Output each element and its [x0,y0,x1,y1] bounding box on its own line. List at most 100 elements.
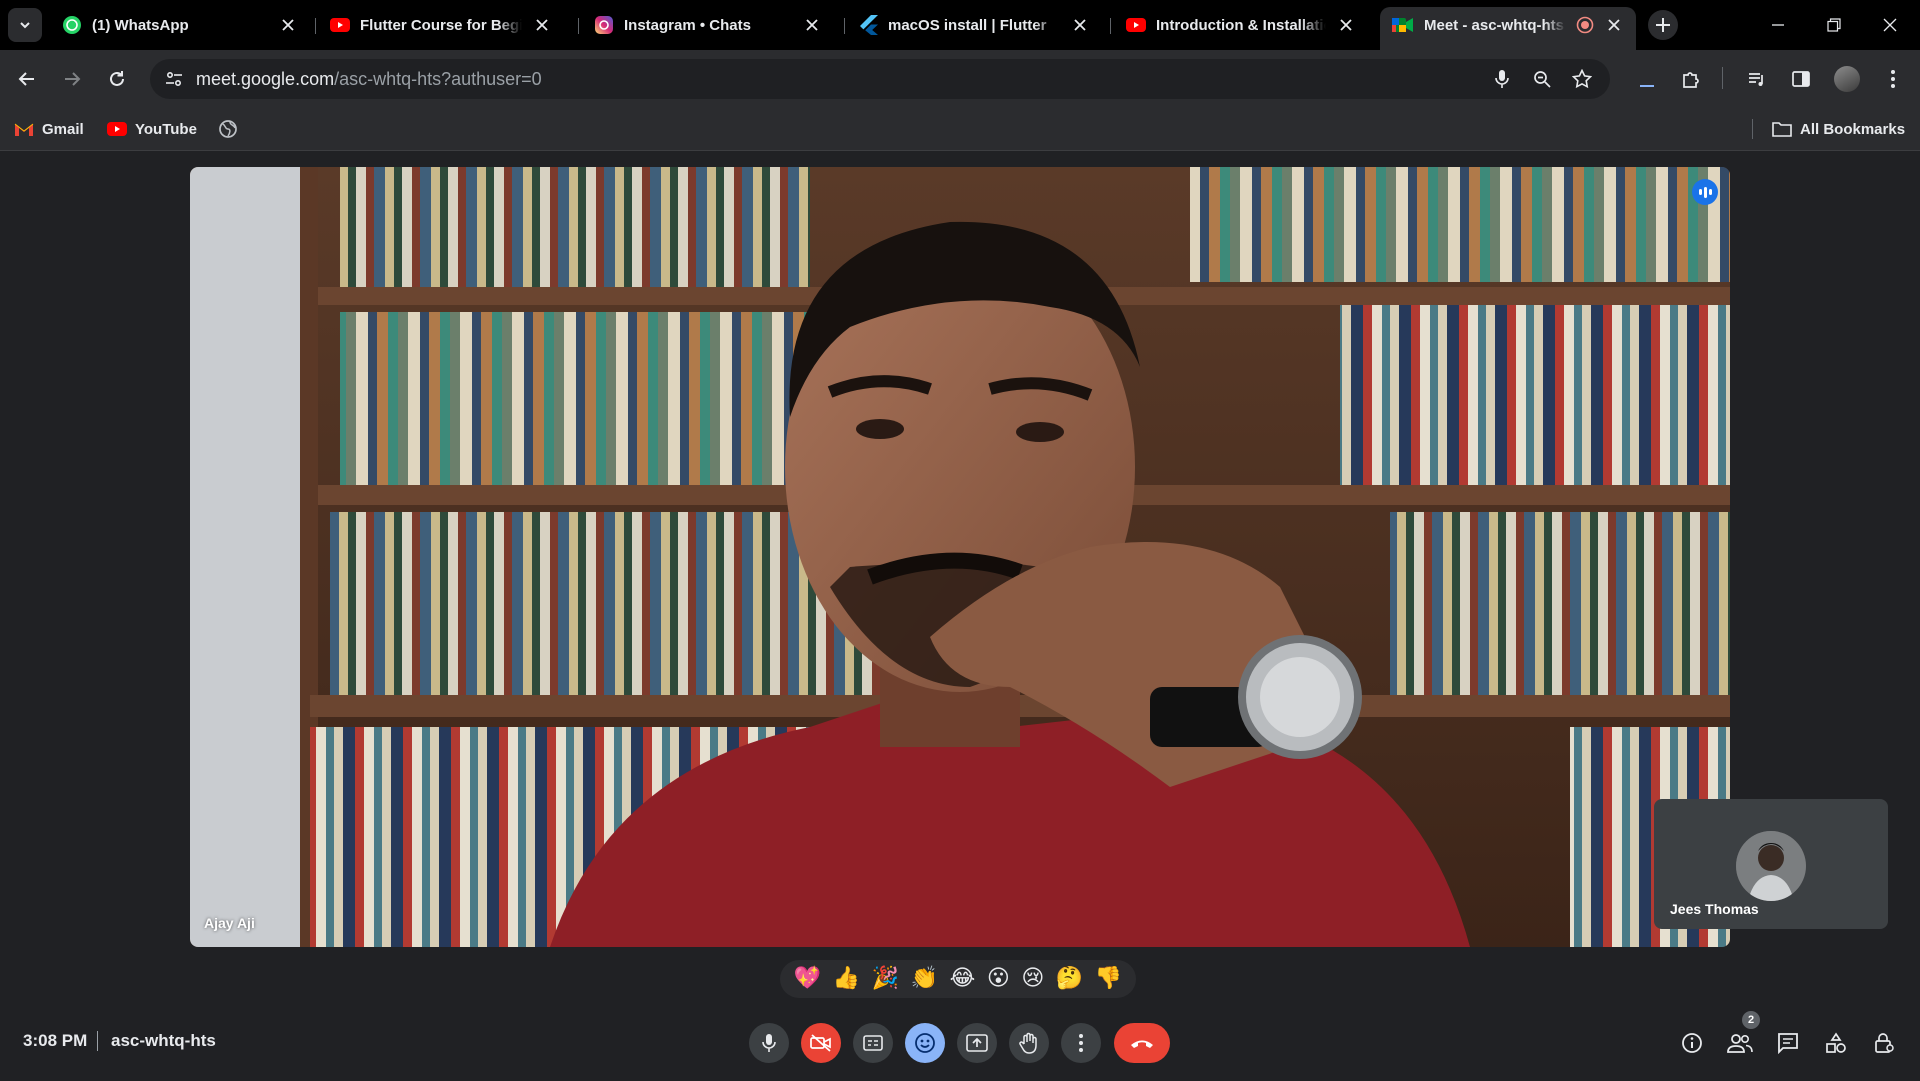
reaction-laughing[interactable]: 😂 [950,968,976,990]
present-screen-button[interactable] [957,1023,997,1063]
tab-separator [1110,18,1111,34]
reactions-button[interactable] [905,1023,945,1063]
lock-person-icon [1875,1033,1894,1053]
youtube-icon [330,18,350,32]
microphone-button[interactable] [749,1023,789,1063]
site-settings-icon[interactable] [160,65,188,93]
participant-video [190,167,1730,947]
close-icon[interactable] [278,15,298,35]
all-bookmarks-button[interactable]: All Bookmarks [1772,117,1905,141]
avatar [1736,831,1806,901]
close-icon[interactable] [1604,15,1624,35]
download-icon [1640,85,1654,87]
bookmark-label: YouTube [135,120,197,138]
more-options-button[interactable] [1061,1023,1101,1063]
tab-search-button[interactable] [8,8,42,42]
forward-button[interactable] [55,62,89,96]
new-tab-button[interactable] [1648,10,1678,40]
speaking-indicator-icon [1692,179,1718,205]
browser-toolbar: meet.google.com/asc-whtq-hts?authuser=0 [0,50,1920,108]
restore-button[interactable] [1814,10,1854,40]
meet-control-bar: 3:08 PM asc-whtq-hts 2 [0,1011,1920,1081]
meeting-time: 3:08 PM [23,1031,88,1050]
window-close-button[interactable] [1870,10,1910,40]
people-icon [1727,1034,1753,1053]
plus-icon [1656,18,1670,32]
folder-icon [1772,122,1792,137]
bookmark-globe[interactable] [218,117,238,141]
instagram-icon [595,16,613,34]
raise-hand-button[interactable] [1009,1023,1049,1063]
reaction-clapping[interactable]: 👏 [911,968,938,990]
host-controls-button[interactable] [1866,1025,1902,1061]
tab-whatsapp[interactable]: (1) WhatsApp [50,7,310,43]
reaction-thumbs-down[interactable]: 👎 [1095,968,1122,990]
tab-meet[interactable]: Meet - asc-whtq-hts [1380,7,1636,50]
tab-title: Flutter Course for Beginne [360,16,522,34]
url-path: /asc-whtq-hts?authuser=0 [334,69,542,89]
url-text[interactable]: meet.google.com/asc-whtq-hts?authuser=0 [196,59,542,99]
whatsapp-icon [63,16,81,34]
youtube-icon [1126,18,1146,32]
media-queue-icon [1749,73,1763,86]
shapes-icon [1826,1032,1846,1053]
reaction-thumbs-up[interactable]: 👍 [833,968,860,990]
reaction-crying[interactable]: 😢 [1021,968,1044,990]
leave-call-button[interactable] [1114,1023,1170,1063]
reaction-party-popper[interactable]: 🎉 [872,968,899,990]
toolbar-divider [1722,67,1723,89]
bookmark-gmail[interactable]: Gmail [14,117,84,141]
microphone-icon [762,1034,776,1052]
more-vertical-icon [1079,1034,1083,1052]
tab-instagram[interactable]: Instagram • Chats [582,7,834,43]
recording-icon [1576,16,1594,34]
chat-button[interactable] [1770,1025,1806,1061]
download-progress-button[interactable] [1630,62,1664,96]
people-button[interactable] [1722,1025,1758,1061]
captions-button[interactable] [853,1023,893,1063]
microphone-icon[interactable] [1488,65,1516,93]
tab-separator [844,18,845,34]
tab-title: (1) WhatsApp [92,16,189,34]
bookmarks-divider [1752,119,1753,139]
close-icon[interactable] [1336,15,1356,35]
close-icon[interactable] [532,15,552,35]
profile-button[interactable] [1830,62,1864,96]
address-bar[interactable]: meet.google.com/asc-whtq-hts?authuser=0 [150,59,1610,99]
side-panel-button[interactable] [1784,62,1818,96]
participant-name: Ajay Aji [204,915,255,931]
participant-video-tile[interactable]: Ajay Aji [190,167,1730,947]
avatar [1834,66,1860,92]
back-button[interactable] [10,62,44,96]
self-view-tile[interactable]: Jees Thomas [1654,799,1888,929]
reaction-surprised[interactable]: 😮 [987,968,1010,990]
tab-macos-install[interactable]: macOS install | Flutter [848,7,1102,43]
media-controls-button[interactable] [1740,62,1774,96]
minimize-button[interactable] [1758,10,1798,40]
hand-icon [1019,1032,1037,1054]
close-icon[interactable] [802,15,822,35]
tab-flutter-course[interactable]: Flutter Course for Beginne [318,7,564,43]
more-vertical-icon [1891,70,1895,88]
tab-separator [315,18,316,34]
tab-introduction[interactable]: Introduction & Installation [1114,7,1368,43]
bookmark-youtube[interactable]: YouTube [107,117,197,141]
close-icon[interactable] [1070,15,1090,35]
all-bookmarks-label: All Bookmarks [1800,120,1906,138]
tab-strip: (1) WhatsApp Flutter Course for Beginne … [0,0,1920,50]
reload-button[interactable] [100,62,134,96]
tab-separator [578,18,579,34]
zoom-out-icon[interactable] [1528,65,1556,93]
bookmarks-bar: Gmail YouTube All Bookmarks [0,108,1920,151]
meeting-details-button[interactable] [1674,1025,1710,1061]
emoji-icon [915,1033,935,1053]
google-meet-icon [1392,18,1413,32]
menu-button[interactable] [1876,62,1910,96]
activities-button[interactable] [1818,1025,1854,1061]
camera-button[interactable] [801,1023,841,1063]
reaction-thinking[interactable]: 🤔 [1056,968,1083,990]
bookmark-star-icon[interactable] [1568,65,1596,93]
extensions-button[interactable] [1674,62,1708,96]
minimize-icon [1772,24,1784,26]
reaction-sparkling-heart[interactable]: 💖 [794,968,821,990]
